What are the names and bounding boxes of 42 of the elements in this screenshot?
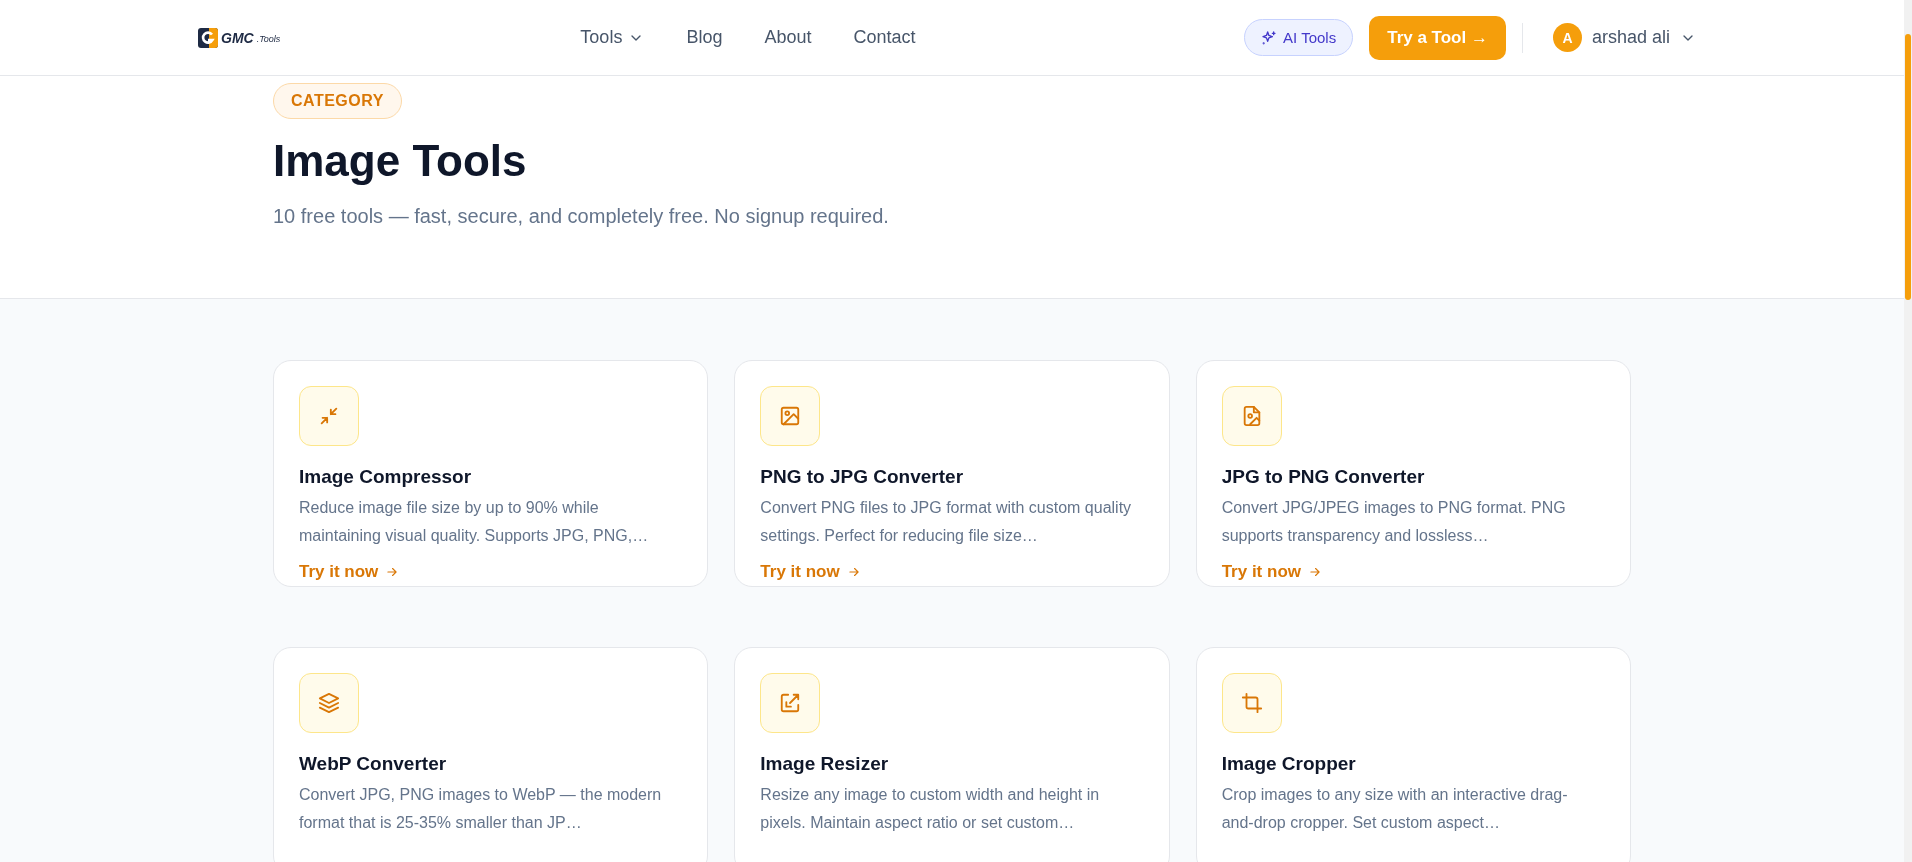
avatar: A	[1552, 23, 1582, 52]
page-subtitle: 10 free tools — fast, secure, and completely free. No signup required.	[273, 205, 890, 228]
tool-description: Convert JPG, PNG images to WebP — the modern format that is 25-35% smaller than JP…	[299, 785, 663, 833]
nav-link[interactable]: Tools	[580, 27, 645, 48]
tool-card[interactable]: Image Compressor Reduce image file size by up to 90% while maintaining visual quality. Supports JPG, PNG,… Try it now	[273, 360, 709, 587]
nav-link[interactable]: Blog	[686, 27, 723, 48]
compress-arrows-icon	[318, 405, 340, 427]
image-icon	[779, 405, 802, 427]
crop-icon	[1240, 692, 1263, 714]
page-title: Image Tools	[273, 135, 528, 187]
tool-description: Convert PNG files to JPG format with custom quality settings. Perfect for reducing file size…	[760, 498, 1133, 546]
logo-icon	[198, 27, 218, 48]
tool-card[interactable]: PNG to JPG Converter Convert PNG files to JPG format with custom quality settings. Perfect for reducing file size… Try it now	[734, 360, 1170, 587]
sparkle-icon	[1261, 29, 1278, 46]
resize-arrow-icon	[779, 692, 802, 714]
tool-title: WebP Converter	[299, 753, 448, 775]
tool-title: Image Compressor	[299, 466, 473, 488]
arrow-right-icon	[385, 565, 400, 579]
scrollbar-thumb[interactable]	[1905, 34, 1911, 300]
user-menu[interactable]: A arshad ali	[1544, 23, 1704, 52]
tool-description: Crop images to any size with an interactive drag-and-drop cropper. Set custom aspect…	[1221, 785, 1569, 833]
layers-icon	[318, 692, 340, 714]
ai-tools-button[interactable]: AI Tools	[1244, 19, 1354, 56]
arrow-right-icon	[1308, 565, 1322, 579]
tool-title: JPG to PNG Converter	[1221, 466, 1426, 488]
tool-card[interactable]: Image Cropper Crop images to any size with an interactive drag-and-drop cropper. Set custom aspect…	[1195, 647, 1631, 862]
logo[interactable]: GMC .Tools	[198, 27, 281, 48]
tool-description: Reduce image file size by up to 90% while maintaining visual quality. Supports JPG, PNG,…	[299, 498, 650, 546]
arrow-right-icon	[846, 565, 861, 579]
category-badge: CATEGORY	[273, 83, 402, 119]
nav-link[interactable]: About	[764, 27, 812, 48]
tool-card[interactable]: WebP Converter Convert JPG, PNG images to WebP — the modern format that is 25-35% smaller than JP…	[273, 647, 709, 862]
tool-card[interactable]: Image Resizer Resize any image to custom width and height in pixels. Maintain aspect ratio or set custom…	[734, 647, 1170, 862]
tool-title: Image Cropper	[1221, 753, 1357, 775]
nav-link[interactable]: Contact	[853, 27, 916, 48]
tool-description: Convert JPG/JPEG images to PNG format. PNG supports transparency and lossless…	[1221, 498, 1567, 546]
logo-suffix: .Tools	[256, 34, 281, 44]
tool-card[interactable]: JPG to PNG Converter Convert JPG/JPEG images to PNG format. PNG supports transparency and lossless… Try it now	[1195, 360, 1631, 587]
tool-description: Resize any image to custom width and height in pixels. Maintain aspect ratio or set custom…	[760, 785, 1101, 833]
logo-text: GMC	[221, 29, 254, 46]
tool-title: Image Resizer	[760, 753, 890, 775]
tool-title: PNG to JPG Converter	[760, 466, 965, 488]
